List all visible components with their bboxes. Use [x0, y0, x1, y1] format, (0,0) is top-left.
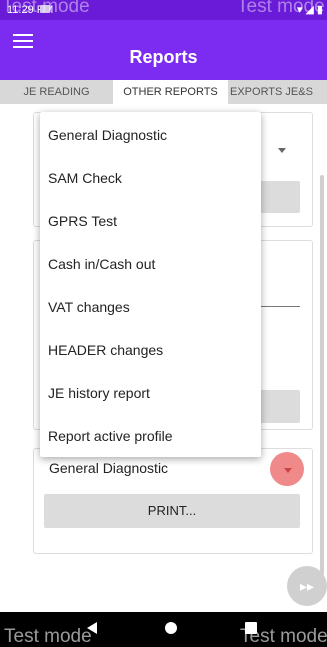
tab-bar: JE READING OTHER REPORTS EXPORTS JE&S	[0, 80, 327, 104]
chevron-down-icon[interactable]	[284, 468, 292, 473]
menu-item-header-changes[interactable]: HEADER changes	[48, 342, 163, 358]
watermark: Test mode	[237, 0, 325, 17]
tab-other-reports[interactable]: OTHER REPORTS	[113, 80, 228, 104]
menu-item-general-diagnostic[interactable]: General Diagnostic	[48, 127, 167, 143]
app-bar: Reports	[0, 20, 327, 80]
report-select[interactable]: General Diagnostic	[49, 460, 168, 476]
menu-item-gprs-test[interactable]: GPRS Test	[48, 213, 117, 229]
tab-je-reading[interactable]: JE READING	[0, 80, 113, 104]
tab-exports[interactable]: EXPORTS JE&S	[228, 80, 327, 104]
menu-item-je-history-report[interactable]: JE history report	[48, 385, 150, 401]
watermark: Test mode	[4, 626, 92, 647]
watermark: Test mode	[240, 626, 327, 647]
page-title: Reports	[129, 47, 198, 67]
fast-forward-icon[interactable]: ▸▸	[287, 566, 327, 606]
menu-item-vat-changes[interactable]: VAT changes	[48, 299, 130, 315]
home-icon[interactable]	[165, 622, 177, 634]
scrollbar[interactable]	[320, 175, 324, 575]
chevron-down-icon[interactable]	[278, 148, 286, 153]
menu-item-report-active-profile[interactable]: Report active profile	[48, 428, 173, 444]
print-button[interactable]: PRINT...	[44, 494, 300, 528]
watermark: Test mode	[2, 0, 90, 17]
menu-item-sam-check[interactable]: SAM Check	[48, 170, 122, 186]
report-dropdown-menu: General Diagnostic SAM Check GPRS Test C…	[40, 112, 261, 457]
menu-item-cash-in-out[interactable]: Cash in/Cash out	[48, 256, 155, 272]
